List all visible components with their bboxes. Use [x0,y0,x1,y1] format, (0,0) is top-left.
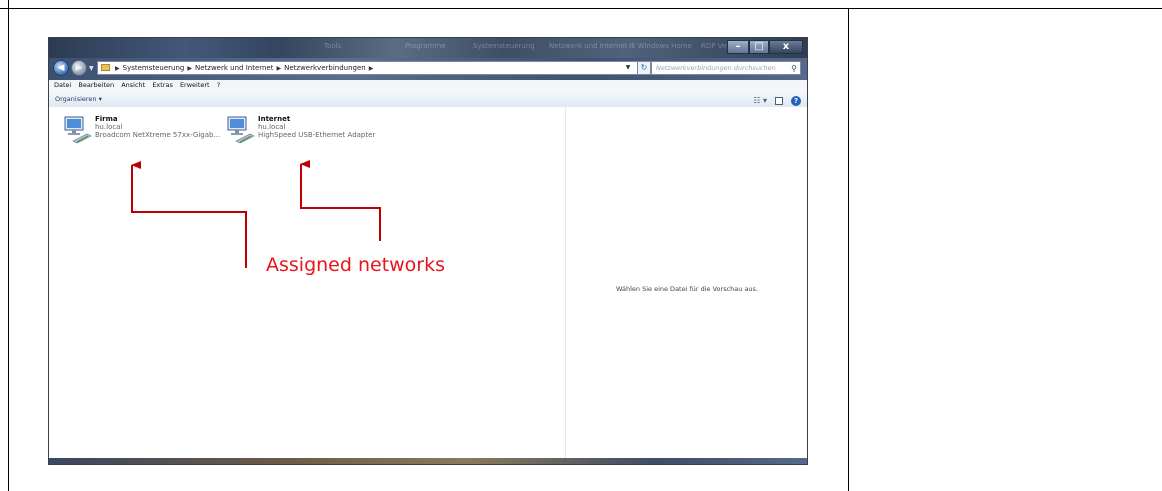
window-controls: – □ x [727,40,803,54]
control-panel-icon [101,64,110,71]
titlebar-faded-item: Netzwerk und Internet [549,42,628,50]
refresh-button[interactable]: ↻ [637,61,651,75]
explorer-window: Tools Programme Systemsteuerung Netzwerk… [48,37,808,465]
minimize-button[interactable]: – [727,40,749,54]
back-button[interactable]: ◀ [53,60,69,76]
search-input[interactable]: Netzwerkverbindungen durchsuchen ⚲ [651,61,801,75]
titlebar-faded-item: Tools [324,42,342,50]
connection-domain: hu.local [258,123,286,131]
breadcrumb-item[interactable]: Netzwerkverbindungen [284,64,366,72]
search-icon[interactable]: ⚲ [791,63,797,74]
menu-item-datei[interactable]: Datei [54,81,71,89]
organize-button[interactable]: Organisieren ▾ [55,91,102,107]
navigation-bar: ◀ ▶ ▼ ▶ Systemsteuerung ▶ Netzwerk und Inte… [49,58,807,80]
menu-item-help[interactable]: ? [217,81,220,89]
connection-adapter: HighSpeed USB-Ethernet Adapter [258,131,376,139]
search-placeholder: Netzwerkverbindungen durchsuchen [656,64,776,72]
chevron-right-icon: ▶ [368,65,374,72]
network-adapter-icon [64,116,92,144]
preview-pane: Wählen Sie eine Datei für die Vorschau a… [565,107,807,459]
maximize-button[interactable]: □ [749,40,769,54]
help-icon[interactable]: ? [791,96,801,106]
annotation-label: Assigned networks [266,254,446,276]
connections-list: Firma hu.local Broadcom NetXtreme 57xx-G… [49,107,565,459]
menu-item-extras[interactable]: Extras [152,81,173,89]
breadcrumb-item[interactable]: Netzwerk und Internet [195,64,274,72]
connection-item-internet[interactable]: Internet hu.local HighSpeed USB-Ethernet… [226,115,406,145]
connection-adapter: Broadcom NetXtreme 57xx-Gigab... [95,131,221,139]
connection-item-firma[interactable]: Firma hu.local Broadcom NetXtreme 57xx-G… [63,115,231,145]
chevron-right-icon: ▶ [115,65,120,72]
close-button[interactable]: x [769,40,803,54]
titlebar-faded-item: Systemsteuerung [473,42,535,50]
menu-item-erweitert[interactable]: Erweitert [180,81,210,89]
network-adapter-icon [227,116,255,144]
titlebar-faded-item: IE Windows Home [629,42,692,50]
address-field[interactable]: ▶ Systemsteuerung ▶ Netzwerk und Internet ▶ N… [97,61,645,75]
preview-placeholder-text: Wählen Sie eine Datei für die Vorschau a… [615,285,759,293]
command-bar: Organisieren ▾ ☷ ▾ ? [49,91,807,108]
title-bar[interactable]: Tools Programme Systemsteuerung Netzwerk… [49,38,807,58]
menu-item-bearbeiten[interactable]: Bearbeiten [78,81,114,89]
preview-pane-icon[interactable] [775,97,783,105]
forward-button[interactable]: ▶ [71,60,87,76]
table-column-divider [848,8,849,491]
menu-item-ansicht[interactable]: Ansicht [121,81,145,89]
chevron-right-icon: ▶ [276,65,282,72]
address-dropdown-button[interactable]: ▼ [623,61,633,75]
chevron-right-icon: ▶ [187,65,192,72]
connection-name: Firma [95,115,118,123]
recent-pages-dropdown[interactable]: ▼ [89,65,94,72]
desktop-background-strip [49,458,807,464]
titlebar-faded-item: Programme [405,42,446,50]
table-border-left [8,0,9,491]
connection-name: Internet [258,115,291,123]
connection-domain: hu.local [95,123,123,131]
table-border-top [0,8,1162,9]
breadcrumb-item[interactable]: Systemsteuerung [123,64,185,72]
